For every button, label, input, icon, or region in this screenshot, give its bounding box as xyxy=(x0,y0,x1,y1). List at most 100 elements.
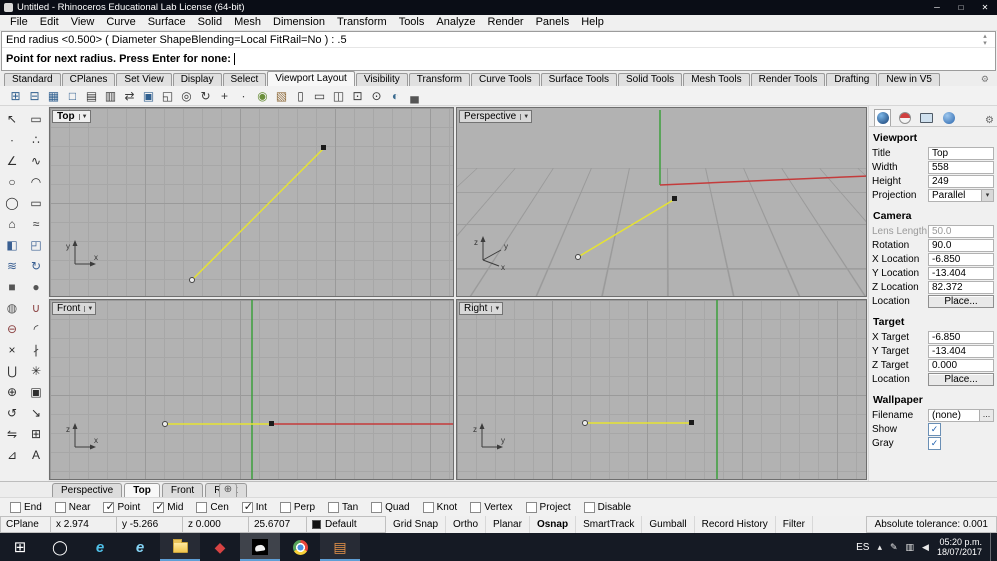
solid-tools-tab[interactable]: Solid Tools xyxy=(618,73,682,86)
knot-osnap-checkbox[interactable] xyxy=(423,502,434,513)
maximize-viewport-button[interactable]: ▣ xyxy=(139,87,158,105)
three-viewports-button[interactable]: ⊟ xyxy=(25,87,44,105)
volume-icon[interactable]: ◀ xyxy=(922,542,929,553)
loft-tool-button[interactable]: ≋ xyxy=(1,255,23,276)
planar-toggle[interactable]: Planar xyxy=(486,516,530,533)
fillet-tool-button[interactable]: ◜ xyxy=(25,318,47,339)
camera-button[interactable]: ◉ xyxy=(253,87,272,105)
clock[interactable]: 05:20 p.m. 18/07/2017 xyxy=(937,537,982,557)
visibility-tab[interactable]: Visibility xyxy=(356,73,408,86)
disable-osnap-checkbox[interactable] xyxy=(584,502,595,513)
boolean-union-tool-button[interactable]: ∪ xyxy=(25,297,47,318)
pen-icon[interactable]: ✎ xyxy=(890,542,898,553)
curve-start-point[interactable] xyxy=(190,278,195,283)
property-value[interactable]: -6.850 xyxy=(928,331,994,344)
mid-osnap-checkbox[interactable] xyxy=(153,502,164,513)
split-viewport-vertical-button[interactable]: ▥ xyxy=(101,87,120,105)
grid-snap-toggle[interactable]: Grid Snap xyxy=(386,516,446,533)
add-viewport-tab-icon[interactable]: ⊕ xyxy=(219,483,237,497)
command-scrollbar[interactable] xyxy=(979,33,991,47)
help-menu[interactable]: Help xyxy=(575,15,610,30)
z-coordinate-status-cell[interactable]: z 0.000 xyxy=(182,516,248,533)
chrome-taskbar-button[interactable] xyxy=(280,533,320,561)
transform-menu[interactable]: Transform xyxy=(331,15,393,30)
property-value[interactable]: (none) xyxy=(928,409,994,422)
render-menu[interactable]: Render xyxy=(482,15,530,30)
right-viewport[interactable]: Right ▼ z y xyxy=(456,299,867,480)
perspective-viewport[interactable]: Perspective ▼ z x y xyxy=(456,107,867,297)
property-value[interactable]: Parallel xyxy=(928,189,994,202)
top-viewport[interactable]: Top ▼ y x xyxy=(49,107,454,297)
property-value[interactable]: 90.0 xyxy=(928,239,994,252)
cplane-status-cell[interactable]: CPlane xyxy=(0,516,50,533)
arc-tool-button[interactable]: ◠ xyxy=(25,171,47,192)
close-button[interactable]: ✕ xyxy=(973,0,997,15)
boolean-difference-tool-button[interactable]: ⊖ xyxy=(1,318,23,339)
knot-osnap-item[interactable]: Knot xyxy=(423,502,458,513)
zoom-button[interactable]: ◎ xyxy=(177,87,196,105)
page-layout-button[interactable]: ▭ xyxy=(310,87,329,105)
rectangle-tool-button[interactable]: ▭ xyxy=(25,192,47,213)
quad-osnap-item[interactable]: Quad xyxy=(371,502,409,513)
property-value[interactable]: 558 xyxy=(928,161,994,174)
file-explorer-taskbar-button[interactable] xyxy=(160,533,200,561)
network-icon[interactable]: ▥ xyxy=(906,542,915,553)
dimension-menu[interactable]: Dimension xyxy=(267,15,331,30)
point-tool-button[interactable]: ∙ xyxy=(1,129,23,150)
property-value[interactable]: 82.372 xyxy=(928,281,994,294)
perp-osnap-checkbox[interactable] xyxy=(280,502,291,513)
tan-osnap-checkbox[interactable] xyxy=(328,502,339,513)
front-viewport-title[interactable]: Front ▼ xyxy=(52,302,96,315)
gumball-toggle[interactable]: Gumball xyxy=(642,516,694,533)
analyze-menu[interactable]: Analyze xyxy=(430,15,481,30)
property-value[interactable]: 0.000 xyxy=(928,359,994,372)
layers-tab[interactable] xyxy=(896,109,913,126)
curve-end-point[interactable] xyxy=(321,145,326,150)
vertex-osnap-checkbox[interactable] xyxy=(470,502,481,513)
vertex-osnap-item[interactable]: Vertex xyxy=(470,502,512,513)
new-in-v5-tab[interactable]: New in V5 xyxy=(878,73,940,86)
int-osnap-item[interactable]: Int xyxy=(242,502,267,513)
curve-end-point[interactable] xyxy=(689,420,694,425)
ellipse-tool-button[interactable]: ◯ xyxy=(1,192,23,213)
filter-toggle[interactable]: Filter xyxy=(776,516,813,533)
cplanes-tab[interactable]: CPlanes xyxy=(62,73,116,86)
property-value[interactable]: Place... xyxy=(928,373,994,386)
mesh-menu[interactable]: Mesh xyxy=(228,15,267,30)
front-viewport[interactable]: Front ▼ z x xyxy=(49,299,454,480)
near-osnap-checkbox[interactable] xyxy=(55,502,66,513)
quad-osnap-checkbox[interactable] xyxy=(371,502,382,513)
zoom-selected-button[interactable]: ⊙ xyxy=(367,87,386,105)
show-desktop-button[interactable] xyxy=(990,533,995,561)
curve-menu[interactable]: Curve xyxy=(100,15,141,30)
explode-tool-button[interactable]: ✳ xyxy=(25,360,47,381)
polyline-tool-button[interactable]: ∠ xyxy=(1,150,23,171)
property-value[interactable]: 249 xyxy=(928,175,994,188)
target-point-button[interactable]: ∙ xyxy=(234,87,253,105)
property-value[interactable]: -13.404 xyxy=(928,267,994,280)
select-tab[interactable]: Select xyxy=(223,73,267,86)
int-osnap-checkbox[interactable] xyxy=(242,502,253,513)
transform-tab[interactable]: Transform xyxy=(409,73,470,86)
minimize-button[interactable]: ─ xyxy=(925,0,949,15)
select-pointer-tool-button[interactable]: ↖ xyxy=(1,108,23,129)
circle-tool-button[interactable]: ○ xyxy=(1,171,23,192)
x-coordinate-status-cell[interactable]: x 2.974 xyxy=(50,516,116,533)
trim-tool-button[interactable]: × xyxy=(1,339,23,360)
swap-viewports-button[interactable]: ⇄ xyxy=(120,87,139,105)
split-viewport-horizontal-button[interactable]: ▤ xyxy=(82,87,101,105)
surface-tools-tab[interactable]: Surface Tools xyxy=(541,73,617,86)
chevron-down-icon[interactable]: ▼ xyxy=(520,114,531,120)
four-viewports-button[interactable]: ⊞ xyxy=(6,87,25,105)
chevron-down-icon[interactable]: ▼ xyxy=(491,306,502,312)
property-value[interactable]: -13.404 xyxy=(928,345,994,358)
display-tab[interactable] xyxy=(918,109,935,126)
surface-corner-tool-button[interactable]: ◰ xyxy=(25,234,47,255)
dimension-tool-button[interactable]: ⊿ xyxy=(1,444,23,465)
mirror-tool-button[interactable]: ⇋ xyxy=(1,423,23,444)
rotate-tool-button[interactable]: ↺ xyxy=(1,402,23,423)
project-osnap-checkbox[interactable] xyxy=(526,502,537,513)
curve-tools-tool-button[interactable]: ≈ xyxy=(25,213,47,234)
maximize-button[interactable]: □ xyxy=(949,0,973,15)
drafting-tab[interactable]: Drafting xyxy=(826,73,877,86)
